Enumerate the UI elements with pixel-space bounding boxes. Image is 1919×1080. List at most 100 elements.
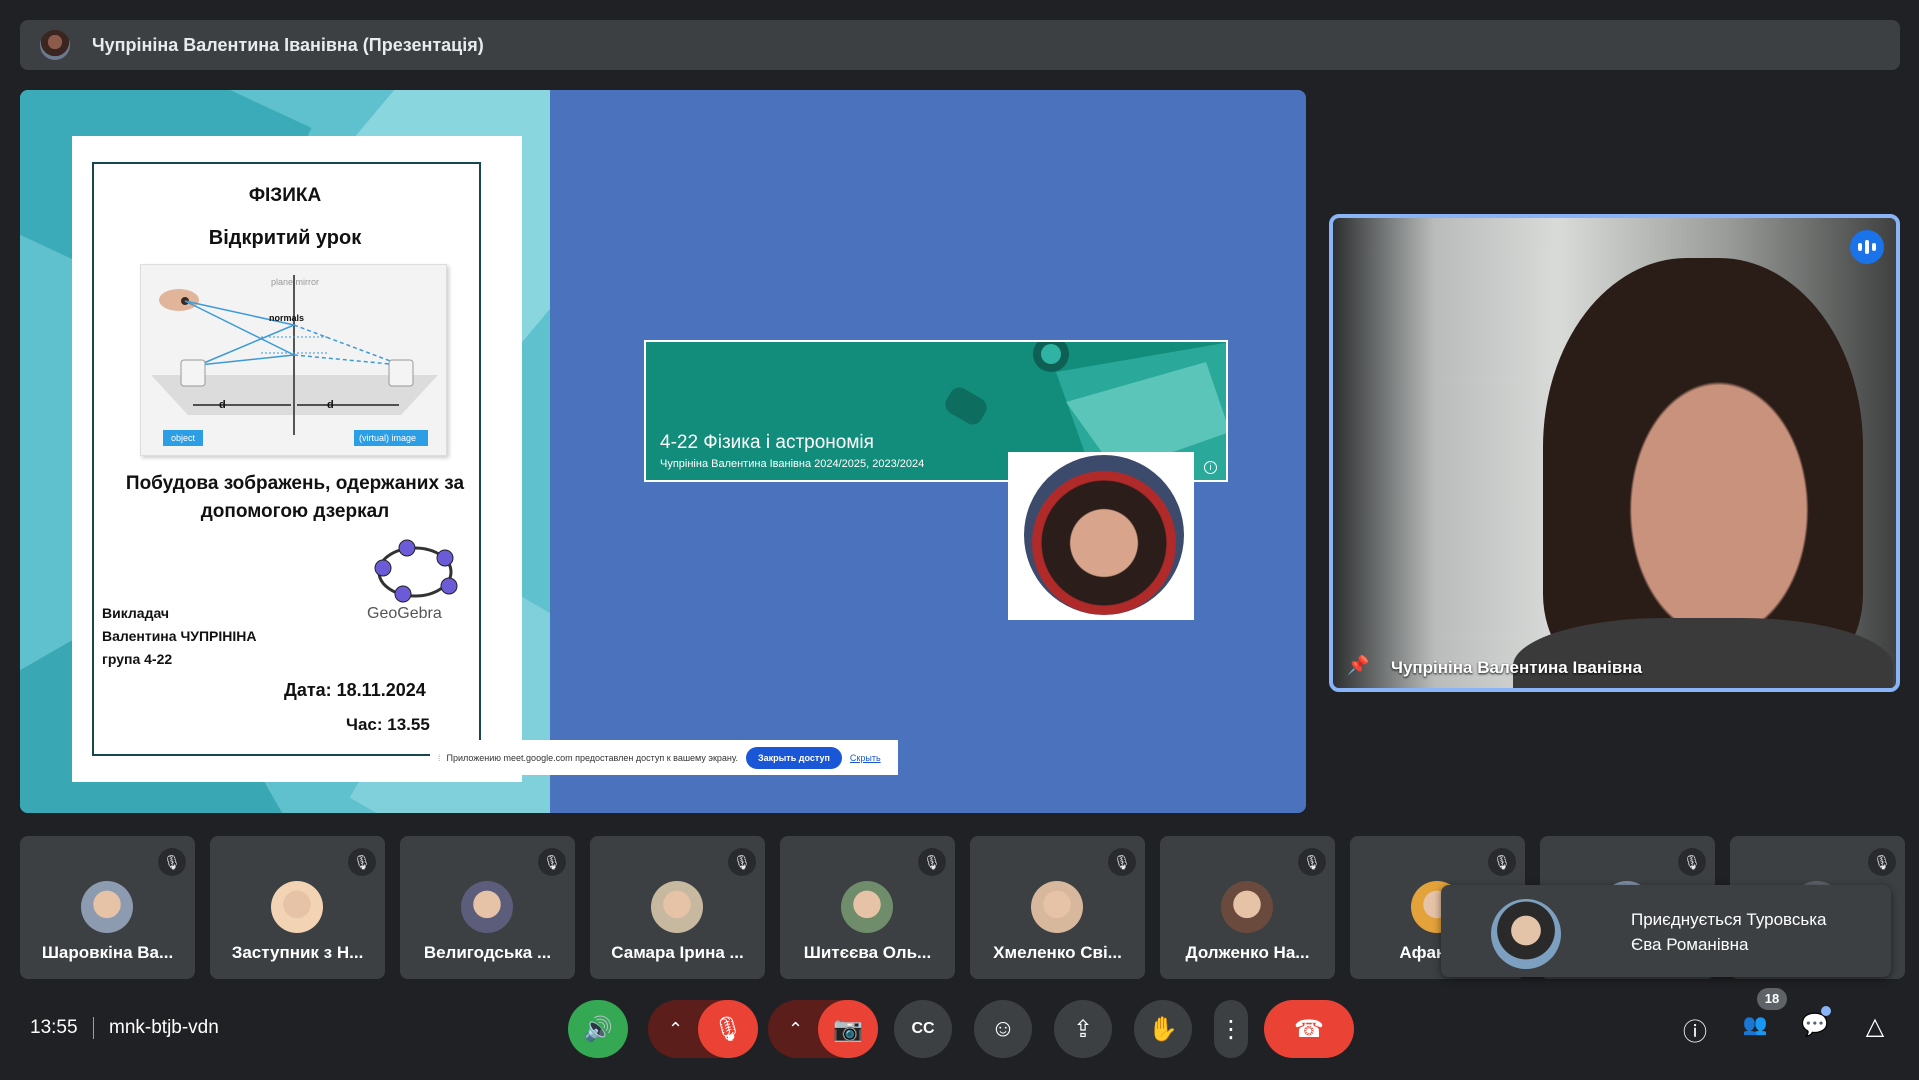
camera-toggle-button[interactable]: 📷	[818, 1000, 878, 1058]
participant-name: Велигодська ...	[423, 943, 552, 962]
slide-teacher-label: Викладач	[102, 605, 170, 621]
leave-call-button[interactable]: ☎	[1264, 1000, 1354, 1058]
hide-link[interactable]: Скрыть	[850, 753, 881, 763]
join-text-line2: Єва Романівна	[1631, 935, 1749, 954]
participant-name: Хмеленко Сві...	[993, 943, 1122, 962]
participant-tile[interactable]: 🎙 Самара Ірина ...	[590, 836, 765, 979]
teacher-photo-face	[1024, 455, 1184, 615]
mic-muted-icon: 🎙	[1678, 848, 1706, 876]
participants-count-badge: 18	[1757, 988, 1787, 1010]
diagram-mirror-label: plane mirror	[271, 277, 320, 287]
activities-icon[interactable]: △	[1858, 1012, 1892, 1046]
mic-muted-icon: 🎙	[1298, 848, 1326, 876]
mic-muted-icon: 🎙	[1868, 848, 1896, 876]
speaker-name: Чупрініна Валентина Іванівна	[1391, 658, 1643, 677]
participant-avatar	[1221, 881, 1273, 933]
emoji-button[interactable]: ☺	[974, 1000, 1032, 1058]
participant-name: Заступник з Н...	[231, 943, 364, 962]
chat-notification-dot	[1821, 1006, 1831, 1016]
slide-teacher-block: Викладач Валентина ЧУПРІНІНА група 4-22	[102, 602, 257, 671]
drag-handle-icon[interactable]: ⁞	[438, 753, 441, 763]
captions-icon: CC	[911, 1020, 935, 1037]
chevron-up-icon: ⌃	[668, 1018, 684, 1039]
mic-muted-icon: 🎙	[728, 848, 756, 876]
participant-tile[interactable]: 🎙 Шитєєва Оль...	[780, 836, 955, 979]
present-icon: ⇪	[1072, 1015, 1094, 1043]
join-text: Приєднується Туровська Єва Романівна	[1631, 907, 1827, 957]
clock: 13:55	[30, 1017, 78, 1038]
participant-avatar	[461, 881, 513, 933]
participant-tile[interactable]: 🎙 Шаровкіна Ва...	[20, 836, 195, 979]
stop-sharing-button[interactable]: Закрыть доступ	[745, 746, 842, 769]
participant-name: Долженко На...	[1185, 943, 1310, 962]
chevron-up-icon: ⌃	[788, 1018, 804, 1039]
mic-muted-icon: 🎙	[348, 848, 376, 876]
present-button[interactable]: ⇪	[1054, 1000, 1112, 1058]
participant-avatar	[271, 881, 323, 933]
audio-output-button[interactable]: 🔊	[568, 1000, 628, 1058]
slide: ФІЗИКА Відкритий урок plane mirror norma…	[20, 90, 550, 813]
diagram-normals-label: normals	[269, 313, 305, 323]
joining-avatar	[1491, 899, 1561, 969]
participant-name: Шаровкіна Ва...	[41, 943, 174, 962]
participant-avatar	[651, 881, 703, 933]
participant-tile[interactable]: 🎙 Хмеленко Сві...	[970, 836, 1145, 979]
meeting-code[interactable]: mnk-btjb-vdn	[109, 1017, 219, 1039]
camera-off-icon: 📷	[833, 1015, 863, 1043]
info-icon[interactable]: i	[1204, 461, 1217, 474]
hangup-icon: ☎	[1294, 1015, 1324, 1043]
participant-avatar	[81, 881, 133, 933]
slide-date: Дата: 18.11.2024	[284, 680, 426, 700]
slide-teacher-name: Валентина ЧУПРІНІНА	[102, 628, 257, 644]
emoji-icon: ☺	[990, 1015, 1016, 1042]
participant-tile[interactable]: 🎙 Велигодська ...	[400, 836, 575, 979]
presentation-area[interactable]: ФІЗИКА Відкритий урок plane mirror norma…	[20, 90, 1306, 813]
mic-muted-icon: 🎙	[1108, 848, 1136, 876]
presenter-bar: Чупрініна Валентина Іванівна (Презентаці…	[20, 20, 1900, 70]
participant-avatar	[1031, 881, 1083, 933]
pin-icon[interactable]: 📌	[1347, 655, 1369, 676]
diagram-object-label: object	[171, 433, 196, 443]
speaker-video	[1543, 258, 1863, 678]
mirror-diagram: plane mirror normals d d object (virtual…	[140, 264, 447, 456]
slide-subject: ФІЗИКА	[248, 185, 322, 206]
participant-name: Самара Ірина ...	[611, 943, 744, 962]
share-message: Приложению meet.google.com предоставлен …	[446, 752, 738, 763]
presenter-title: Чупрініна Валентина Іванівна (Презентаці…	[92, 34, 484, 55]
geogebra-text: GeoGebra	[367, 605, 442, 622]
speaker-tile[interactable]: 📌 Чупрініна Валентина Іванівна	[1329, 214, 1900, 692]
join-text-line1: Приєднується Туровська	[1631, 910, 1827, 929]
participant-avatar	[841, 881, 893, 933]
participant-tile[interactable]: 🎙 Долженко На...	[1160, 836, 1335, 979]
presenter-avatar	[40, 30, 70, 60]
slide-topic: Побудова зображень, одержаних за допомог…	[125, 473, 465, 522]
participant-name: Шитєєва Оль...	[803, 943, 932, 962]
slide-lesson-type: Відкритий урок	[208, 227, 362, 249]
more-icon: ⋮	[1219, 1015, 1243, 1043]
mic-toggle-button[interactable]: 🎙	[698, 1000, 758, 1058]
screen-share-bar: ⁞ Приложению meet.google.com предоставле…	[430, 740, 898, 775]
mic-muted-icon: 🎙	[158, 848, 186, 876]
diagram-image-label: (virtual) image	[359, 433, 417, 443]
diagram-do-label: d	[219, 399, 226, 411]
mic-muted-icon: 🎙	[1488, 848, 1516, 876]
info-icon[interactable]: ⓘ	[1678, 1012, 1712, 1046]
chat-icon[interactable]: 💬	[1798, 1012, 1832, 1046]
hand-icon: ✋	[1148, 1015, 1178, 1043]
captions-button[interactable]: CC	[894, 1000, 952, 1058]
slide-time: Час: 13.55	[346, 715, 430, 734]
join-notification: Приєднується Туровська Єва Романівна	[1441, 885, 1891, 977]
separator	[93, 1017, 94, 1039]
participant-tile[interactable]: 🎙 Заступник з Н...	[210, 836, 385, 979]
speaker-icon: 🔊	[583, 1015, 613, 1043]
people-icon[interactable]: 👥	[1738, 1012, 1772, 1046]
slide-group: група 4-22	[102, 651, 173, 667]
speaker-video-body	[1513, 618, 1893, 688]
raise-hand-button[interactable]: ✋	[1134, 1000, 1192, 1058]
mic-muted-icon: 🎙	[918, 848, 946, 876]
mic-muted-icon: 🎙	[538, 848, 566, 876]
more-options-button[interactable]: ⋮	[1214, 1000, 1248, 1058]
speaking-indicator-icon	[1850, 230, 1884, 264]
teacher-photo	[1008, 452, 1194, 620]
mirror-diagram-svg	[151, 275, 438, 446]
